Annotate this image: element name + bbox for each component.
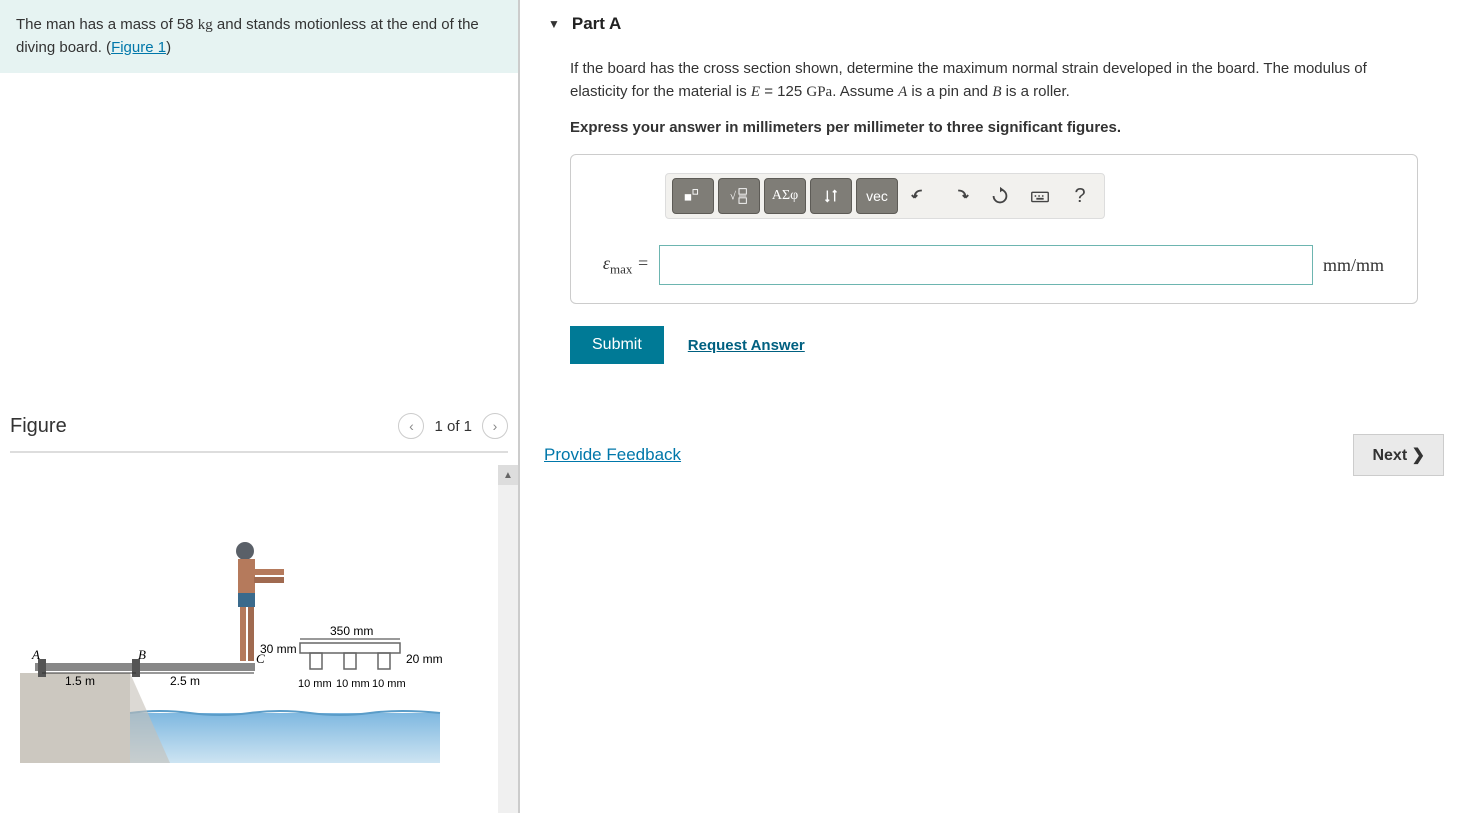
figure-link[interactable]: Figure 1: [111, 39, 166, 56]
radical-fraction-icon: √: [728, 185, 750, 207]
subscript-button[interactable]: [810, 178, 852, 214]
undo-button[interactable]: [902, 178, 938, 214]
arrows-icon: [820, 185, 842, 207]
dim-2-5m: 2.5 m: [170, 674, 200, 688]
unit-kg: kg: [198, 17, 213, 33]
template-icon: [682, 185, 704, 207]
var-E: E: [751, 84, 760, 100]
template-button[interactable]: [672, 178, 714, 214]
dim-10mm-3: 10 mm: [372, 678, 406, 690]
reset-icon: [989, 185, 1011, 207]
dim-350mm: 350 mm: [330, 624, 373, 638]
redo-icon: [949, 185, 971, 207]
q2: . Assume: [832, 83, 898, 100]
scrollbar[interactable]: ▲: [498, 465, 518, 813]
submit-button[interactable]: Submit: [570, 326, 664, 364]
left-panel: The man has a mass of 58 kg and stands m…: [0, 0, 520, 813]
collapse-caret-icon[interactable]: ▼: [548, 17, 560, 31]
eq-text: = 125: [760, 83, 806, 100]
label-B: B: [138, 647, 146, 662]
figure-section: Figure ‹ 1 of 1 ›: [0, 413, 518, 773]
fraction-button[interactable]: √: [718, 178, 760, 214]
problem-text-post: ): [166, 39, 171, 56]
problem-text-pre: The man has a mass of 58: [16, 16, 198, 33]
part-body: If the board has the cross section shown…: [540, 48, 1448, 374]
instruction-text: Express your answer in millimeters per m…: [570, 119, 1418, 136]
app-container: The man has a mass of 58 kg and stands m…: [0, 0, 1468, 813]
next-button[interactable]: Next ❯: [1353, 434, 1444, 476]
var-A: A: [898, 84, 907, 100]
part-header[interactable]: ▼ Part A: [540, 0, 1448, 48]
problem-statement: The man has a mass of 58 kg and stands m…: [0, 0, 518, 73]
input-row: εmax = mm/mm: [585, 245, 1403, 285]
request-answer-link[interactable]: Request Answer: [688, 337, 805, 354]
help-button[interactable]: ?: [1062, 178, 1098, 214]
label-A: A: [31, 647, 40, 662]
vector-button[interactable]: vec: [856, 178, 898, 214]
dim-1-5m: 1.5 m: [65, 674, 95, 688]
figure-count: 1 of 1: [434, 418, 472, 435]
figure-title: Figure: [10, 415, 67, 438]
dim-10mm-2: 10 mm: [336, 678, 370, 690]
provide-feedback-link[interactable]: Provide Feedback: [544, 445, 681, 465]
figure-nav: ‹ 1 of 1 ›: [398, 413, 508, 439]
redo-button[interactable]: [942, 178, 978, 214]
figure-image: A B C 1.5 m 2.5 m: [10, 473, 508, 773]
svg-text:√: √: [730, 191, 737, 203]
right-panel: ▼ Part A If the board has the cross sect…: [520, 0, 1468, 813]
reset-button[interactable]: [982, 178, 1018, 214]
unit-gpa: GPa: [806, 84, 832, 100]
figure-next-button[interactable]: ›: [482, 413, 508, 439]
figure-header: Figure ‹ 1 of 1 ›: [10, 413, 508, 453]
q4: is a roller.: [1001, 83, 1069, 100]
variable-label: εmax =: [585, 253, 649, 278]
greek-label: ΑΣφ: [772, 188, 798, 204]
answer-input[interactable]: [659, 245, 1313, 285]
question-text: If the board has the cross section shown…: [570, 58, 1418, 103]
unit-label: mm/mm: [1323, 255, 1403, 276]
bottom-row: Provide Feedback Next ❯: [540, 434, 1448, 476]
help-label: ?: [1074, 185, 1085, 208]
equation-toolbar: √ ΑΣφ vec: [665, 173, 1105, 219]
figure-prev-button[interactable]: ‹: [398, 413, 424, 439]
dim-20mm: 20 mm: [406, 652, 443, 666]
undo-icon: [909, 185, 931, 207]
q3: is a pin and: [907, 83, 992, 100]
part-title: Part A: [572, 14, 621, 34]
action-row: Submit Request Answer: [570, 326, 1418, 364]
keyboard-icon: [1029, 185, 1051, 207]
greek-button[interactable]: ΑΣφ: [764, 178, 806, 214]
scroll-up-icon[interactable]: ▲: [498, 465, 518, 485]
diving-board-diagram: A B C 1.5 m 2.5 m: [10, 473, 470, 763]
dim-10mm-1: 10 mm: [298, 678, 332, 690]
answer-box: √ ΑΣφ vec: [570, 154, 1418, 304]
keyboard-button[interactable]: [1022, 178, 1058, 214]
dim-30mm: 30 mm: [260, 642, 297, 656]
vec-label: vec: [866, 188, 888, 204]
